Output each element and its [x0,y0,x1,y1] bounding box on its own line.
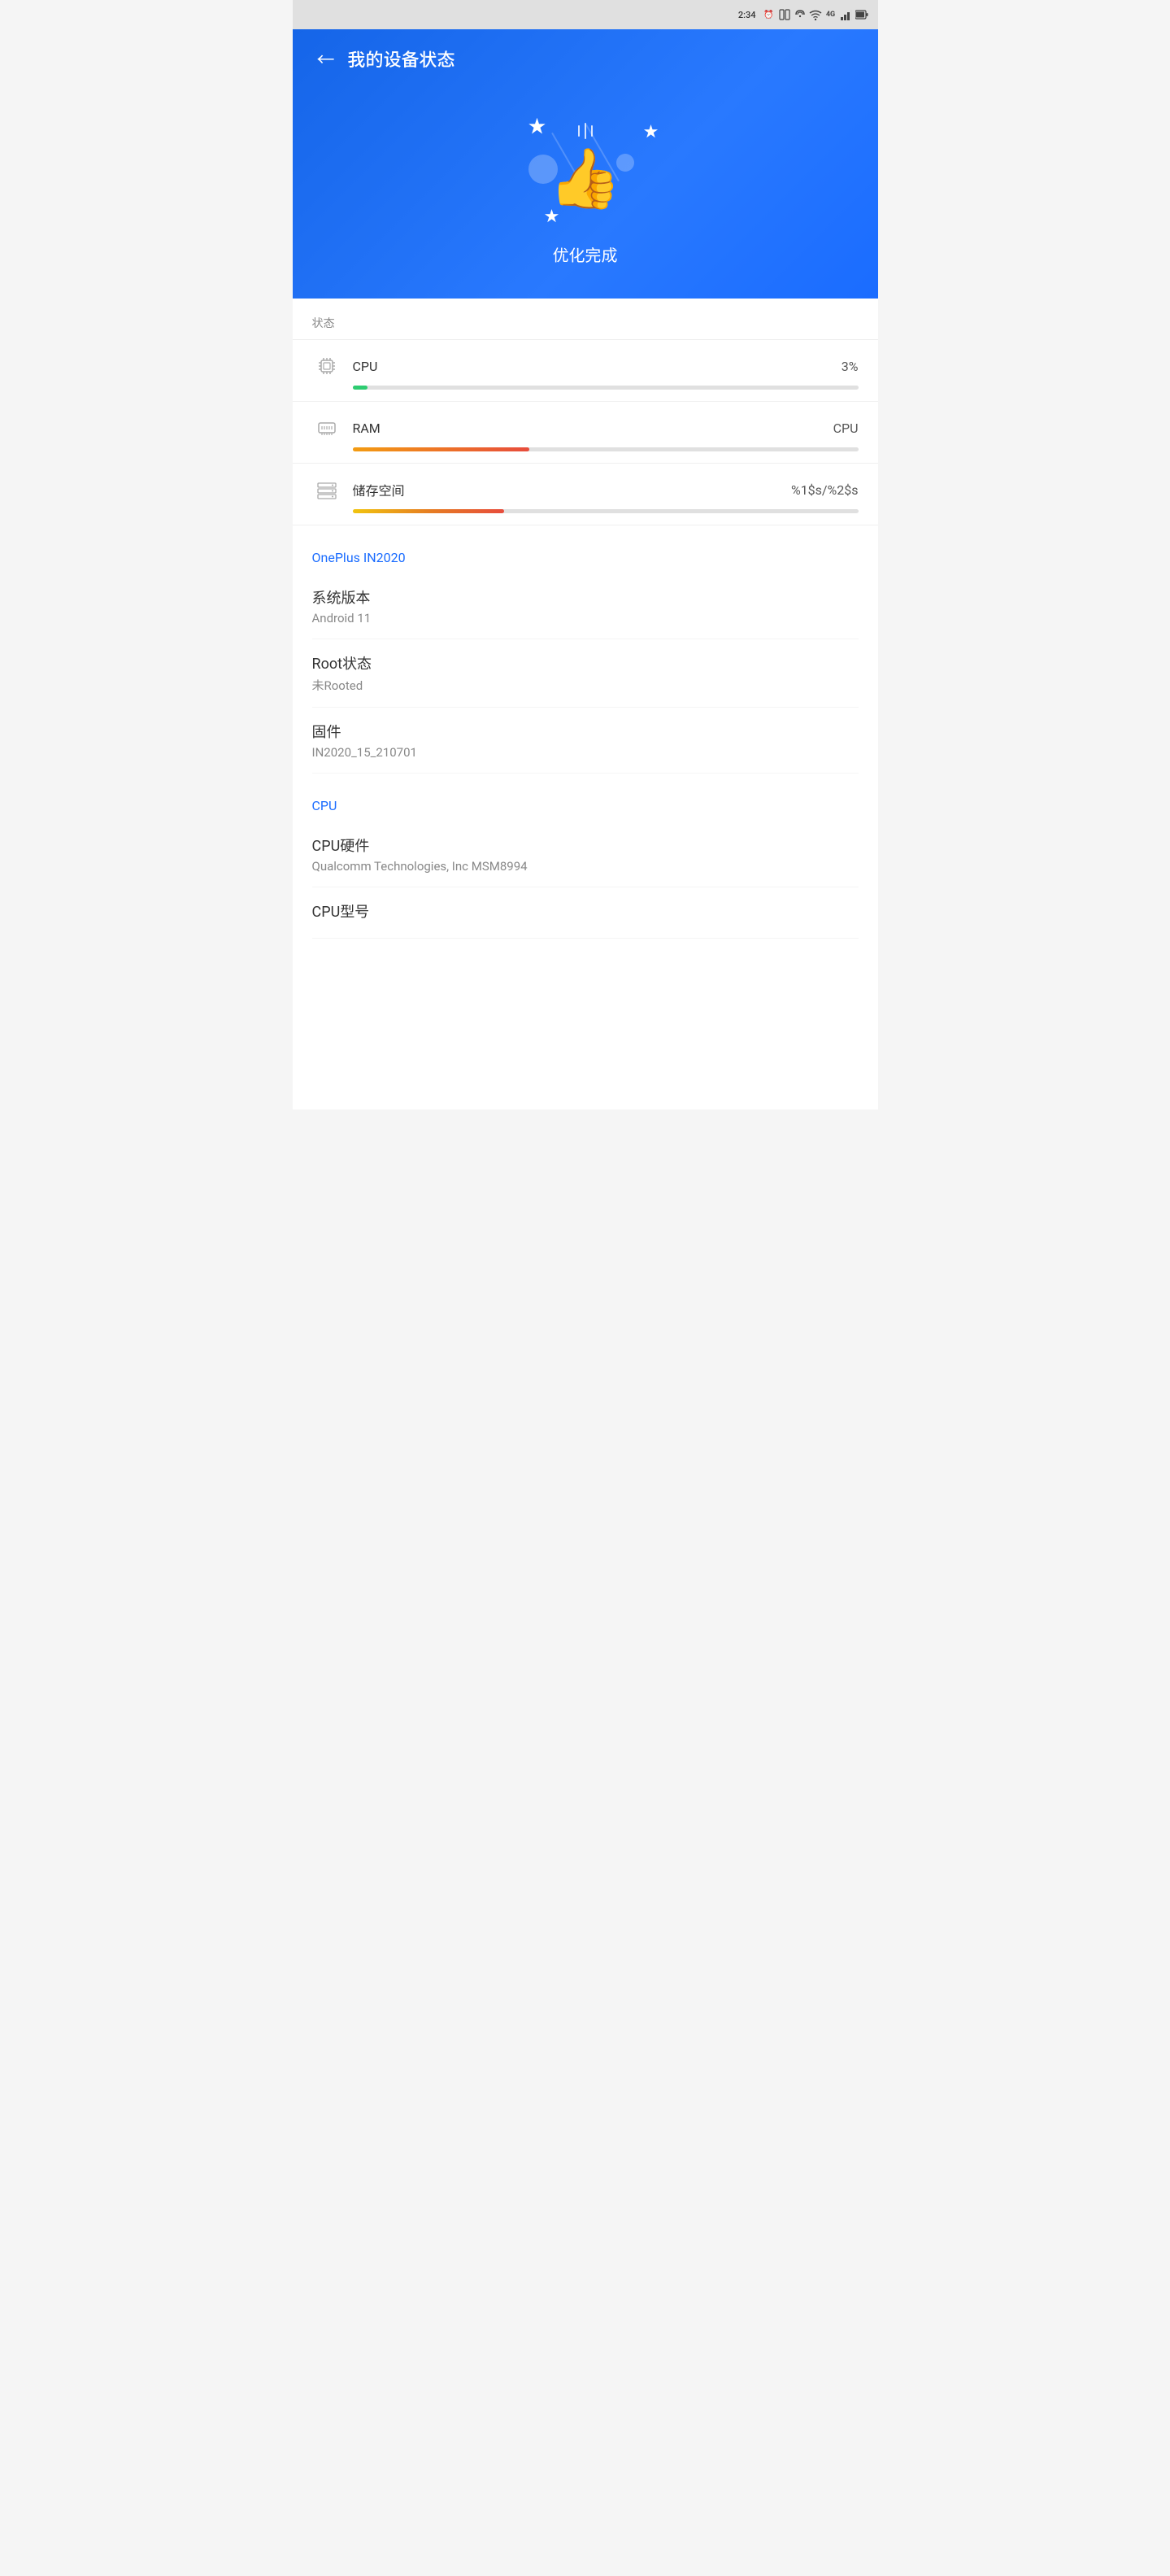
root-status-group: Root状态 未Rooted [312,639,859,708]
storage-value: %1$s/%2$s [791,482,859,498]
firmware-value: IN2020_15_210701 [312,745,859,760]
storage-status-item: 储存空间 %1$s/%2$s [293,464,878,525]
ram-item-header: RAM CPU [312,413,859,442]
battery-icon [855,8,868,21]
thumbs-up-icon: 👍 [549,144,622,213]
storage-item-header: 储存空间 %1$s/%2$s [312,475,859,504]
star-icon-1: ★ [528,112,546,138]
alarm-icon: ⏰ [763,8,776,21]
storage-progress-wrap [353,509,859,513]
spark-line-3 [591,125,593,137]
status-section-label: 状态 [293,299,878,340]
spark-line-2 [585,123,586,139]
cpu-model-group: CPU型号 [312,887,859,939]
hero-nav: ← 我的设备状态 [317,46,854,72]
ram-value: CPU [833,421,859,436]
hero-illustration: 👍 ★ ★ ★ [504,104,667,234]
status-bar: 2:34 ⏰ 4G [293,0,878,29]
cpu-info-section: CPU CPU硬件 Qualcomm Technologies, Inc MSM… [293,782,878,939]
hero-content: 👍 ★ ★ ★ 优化完成 [317,88,854,274]
cpu-icon-box [312,351,341,381]
storage-label: 储存空间 [353,480,405,499]
nfc-icon [794,8,807,21]
firmware-label: 固件 [312,721,859,742]
ram-label: RAM [353,421,381,436]
wifi-icon [809,8,822,21]
root-status-label: Root状态 [312,652,859,673]
cpu-value: 3% [842,359,859,374]
bottom-section [293,947,878,1109]
cpu-item-header: CPU 3% [312,351,859,381]
signal-bars-icon [840,8,853,21]
system-version-group: 系统版本 Android 11 [312,573,859,639]
ram-status-item: RAM CPU [293,402,878,464]
root-status-value: 未Rooted [312,677,859,694]
ram-progress-fill [353,447,530,451]
hero-subtitle: 优化完成 [553,242,618,266]
ram-item-left: RAM [312,413,381,442]
status-items-list: CPU 3% [293,340,878,525]
device-info-section: OnePlus IN2020 系统版本 Android 11 Root状态 未R… [293,534,878,774]
status-time: 2:34 [738,10,756,20]
back-button[interactable]: ← [317,46,335,72]
content-area: 状态 [293,299,878,1109]
storage-icon [315,478,338,501]
cpu-model-label: CPU型号 [312,900,859,922]
hero-section: ← 我的设备状态 👍 ★ ★ ★ 优化完成 [293,29,878,299]
ram-progress-wrap [353,447,859,451]
ram-icon [315,416,338,439]
cpu-item-left: CPU [312,351,378,381]
cpu-progress-fill [353,386,368,390]
spark-line-1 [578,125,580,137]
cpu-hardware-label: CPU硬件 [312,835,859,856]
cpu-progress-wrap [353,386,859,390]
system-version-label: 系统版本 [312,586,859,608]
cpu-label: CPU [353,359,378,374]
cpu-icon [315,355,338,377]
signal-4g-icon: 4G [824,8,837,21]
status-icons: ⏰ 4G [763,8,868,21]
firmware-group: 固件 IN2020_15_210701 [312,708,859,774]
cpu-hardware-group: CPU硬件 Qualcomm Technologies, Inc MSM8994 [312,822,859,887]
cpu-status-item: CPU 3% [293,340,878,402]
storage-item-left: 储存空间 [312,475,405,504]
storage-icon-box [312,475,341,504]
page-title: 我的设备状态 [348,46,455,72]
device-brand[interactable]: OnePlus IN2020 [312,534,859,573]
storage-progress-fill [353,509,505,513]
system-version-value: Android 11 [312,611,859,625]
cpu-hardware-value: Qualcomm Technologies, Inc MSM8994 [312,859,859,874]
ram-icon-box [312,413,341,442]
sim-icon [778,8,791,21]
cpu-section-label: CPU [312,782,859,822]
star-icon-2: ★ [644,120,659,142]
